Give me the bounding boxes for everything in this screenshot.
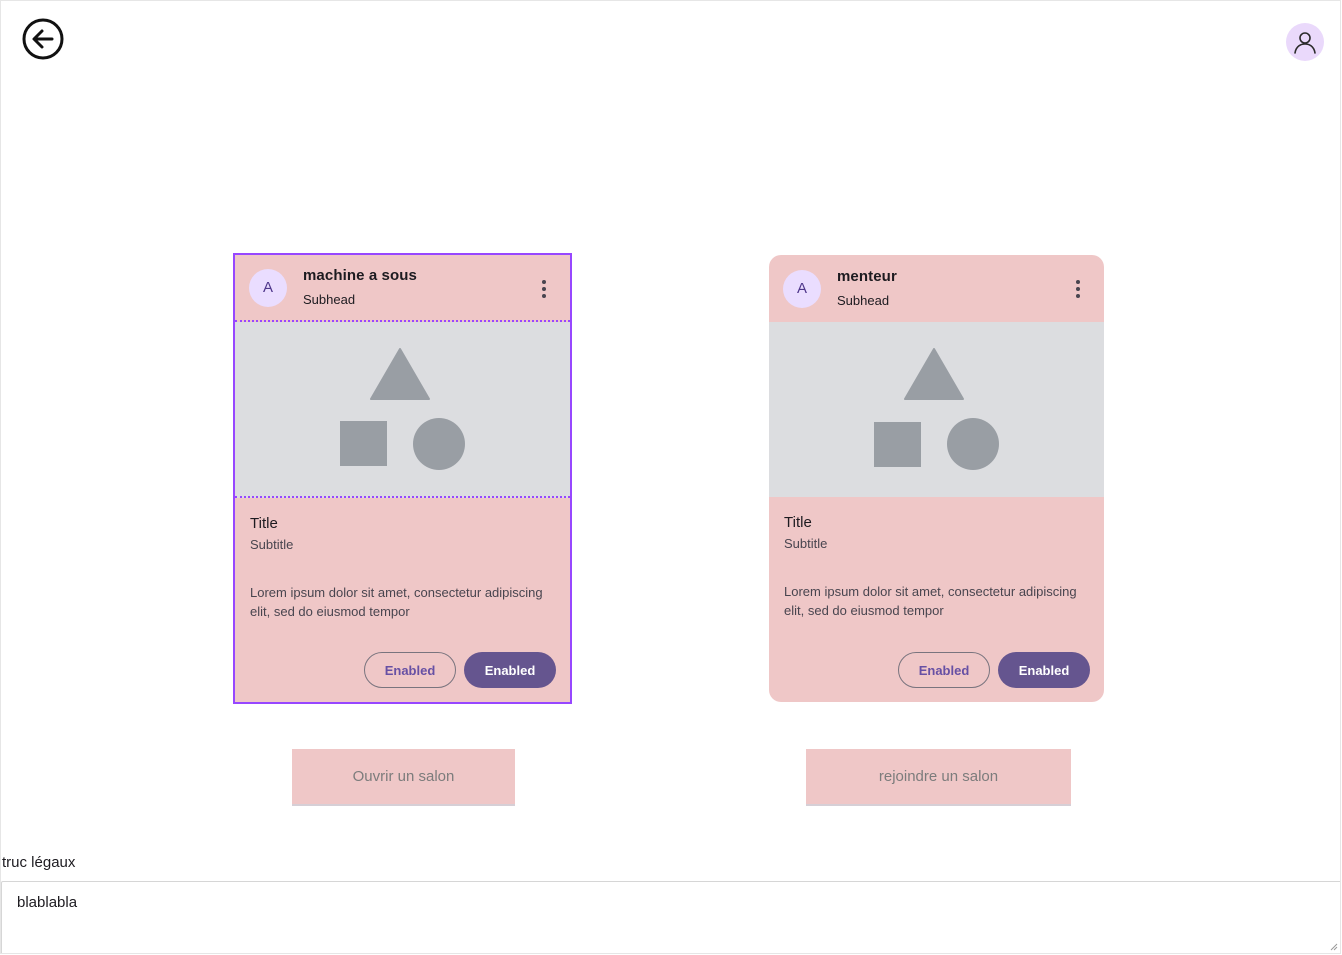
outlined-button[interactable]: Enabled — [898, 652, 990, 688]
card-media-placeholder — [235, 322, 570, 498]
card-header: A menteur Subhead — [769, 255, 1104, 322]
card-header-subhead: Subhead — [837, 292, 890, 308]
card-header-title: machine a sous — [303, 266, 417, 284]
card-subtitle: Subtitle — [784, 536, 828, 551]
back-button[interactable] — [21, 17, 65, 61]
card-header-title: menteur — [837, 267, 897, 285]
open-salon-button[interactable]: Ouvrir un salon — [292, 749, 515, 806]
filled-button[interactable]: Enabled — [998, 652, 1090, 688]
more-vert-icon[interactable] — [532, 275, 556, 303]
outlined-button[interactable]: Enabled — [364, 652, 456, 688]
shapes-placeholder-icon — [874, 348, 999, 470]
game-card-machine-a-sous[interactable]: A machine a sous Subhead Title Subtitle … — [233, 253, 572, 704]
game-card-menteur[interactable]: A menteur Subhead Title Subtitle Lorem i… — [769, 255, 1104, 702]
profile-button[interactable] — [1286, 23, 1324, 61]
card-text: Lorem ipsum dolor sit amet, consectetur … — [250, 585, 543, 619]
card-header: A machine a sous Subhead — [235, 255, 570, 322]
legal-textarea[interactable]: blablabla — [1, 881, 1340, 953]
arrow-left-circle-icon — [22, 18, 64, 60]
avatar: A — [783, 269, 821, 308]
page: A machine a sous Subhead Title Subtitle … — [0, 0, 1341, 954]
card-media-placeholder — [769, 322, 1104, 497]
shapes-placeholder-icon — [340, 348, 465, 470]
more-vert-icon[interactable] — [1066, 275, 1090, 303]
card-title: Title — [784, 514, 812, 531]
card-title: Title — [250, 515, 278, 532]
card-subtitle: Subtitle — [250, 537, 294, 552]
avatar: A — [249, 268, 287, 307]
join-salon-button[interactable]: rejoindre un salon — [806, 749, 1071, 806]
legal-label: truc légaux — [2, 854, 76, 871]
card-header-subhead: Subhead — [303, 291, 356, 307]
resize-grip-icon[interactable] — [1330, 943, 1338, 951]
filled-button[interactable]: Enabled — [464, 652, 556, 688]
legal-text: blablabla — [17, 894, 78, 911]
card-text: Lorem ipsum dolor sit amet, consectetur … — [784, 584, 1077, 618]
user-icon — [1294, 32, 1316, 54]
